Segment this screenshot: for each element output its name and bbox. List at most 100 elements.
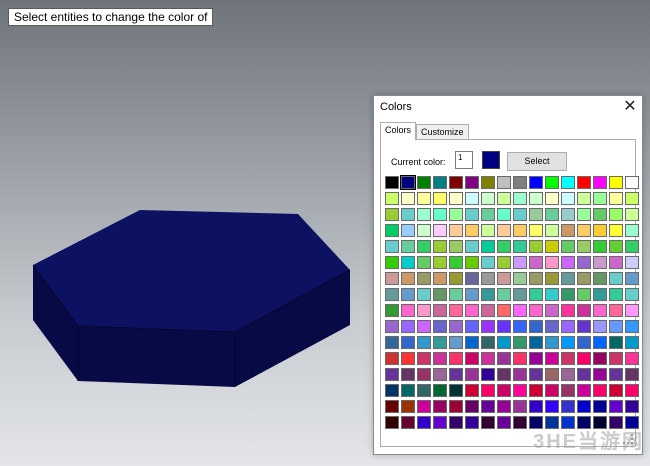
palette-swatch[interactable] — [625, 288, 639, 301]
palette-swatch[interactable] — [401, 384, 415, 397]
palette-swatch[interactable] — [593, 400, 607, 413]
palette-swatch[interactable] — [497, 256, 511, 269]
palette-swatch[interactable] — [417, 192, 431, 205]
palette-swatch[interactable] — [513, 272, 527, 285]
palette-swatch[interactable] — [401, 192, 415, 205]
palette-swatch[interactable] — [481, 176, 495, 189]
palette-swatch[interactable] — [433, 400, 447, 413]
palette-swatch[interactable] — [609, 272, 623, 285]
palette-swatch[interactable] — [561, 368, 575, 381]
palette-swatch[interactable] — [593, 368, 607, 381]
palette-swatch[interactable] — [513, 208, 527, 221]
palette-swatch[interactable] — [401, 272, 415, 285]
palette-swatch[interactable] — [465, 304, 479, 317]
palette-swatch[interactable] — [625, 240, 639, 253]
palette-swatch[interactable] — [401, 416, 415, 429]
palette-swatch[interactable] — [481, 400, 495, 413]
palette-swatch[interactable] — [401, 352, 415, 365]
palette-swatch[interactable] — [577, 368, 591, 381]
palette-swatch[interactable] — [385, 336, 399, 349]
palette-swatch[interactable] — [529, 272, 543, 285]
palette-swatch[interactable] — [417, 304, 431, 317]
palette-swatch[interactable] — [417, 336, 431, 349]
palette-swatch[interactable] — [433, 384, 447, 397]
palette-swatch[interactable] — [561, 400, 575, 413]
palette-swatch[interactable] — [593, 256, 607, 269]
palette-swatch[interactable] — [417, 208, 431, 221]
palette-swatch[interactable] — [561, 352, 575, 365]
palette-swatch[interactable] — [385, 240, 399, 253]
palette-swatch[interactable] — [449, 384, 463, 397]
palette-swatch[interactable] — [497, 240, 511, 253]
palette-swatch[interactable] — [385, 384, 399, 397]
palette-swatch[interactable] — [593, 336, 607, 349]
palette-swatch[interactable] — [513, 416, 527, 429]
palette-swatch[interactable] — [385, 272, 399, 285]
palette-swatch[interactable] — [545, 368, 559, 381]
palette-swatch[interactable] — [625, 192, 639, 205]
palette-swatch[interactable] — [497, 336, 511, 349]
palette-swatch[interactable] — [561, 384, 575, 397]
palette-swatch[interactable] — [561, 256, 575, 269]
palette-swatch[interactable] — [417, 256, 431, 269]
palette-swatch[interactable] — [625, 400, 639, 413]
palette-swatch[interactable] — [449, 224, 463, 237]
palette-swatch[interactable] — [433, 256, 447, 269]
select-button[interactable]: Select — [507, 152, 567, 171]
palette-swatch[interactable] — [401, 320, 415, 333]
palette-swatch[interactable] — [465, 224, 479, 237]
palette-swatch[interactable] — [609, 256, 623, 269]
palette-swatch[interactable] — [513, 176, 527, 189]
palette-swatch[interactable] — [529, 384, 543, 397]
palette-swatch[interactable] — [513, 336, 527, 349]
palette-swatch[interactable] — [529, 176, 543, 189]
palette-swatch[interactable] — [577, 192, 591, 205]
palette-swatch[interactable] — [449, 208, 463, 221]
palette-swatch[interactable] — [449, 288, 463, 301]
palette-swatch[interactable] — [417, 272, 431, 285]
palette-swatch[interactable] — [625, 352, 639, 365]
palette-swatch[interactable] — [497, 176, 511, 189]
palette-swatch[interactable] — [513, 288, 527, 301]
palette-swatch[interactable] — [385, 304, 399, 317]
palette-swatch[interactable] — [433, 368, 447, 381]
palette-swatch[interactable] — [625, 224, 639, 237]
palette-swatch[interactable] — [513, 368, 527, 381]
palette-swatch[interactable] — [545, 224, 559, 237]
palette-swatch[interactable] — [417, 176, 431, 189]
palette-swatch[interactable] — [513, 400, 527, 413]
palette-swatch[interactable] — [545, 272, 559, 285]
palette-swatch[interactable] — [529, 368, 543, 381]
palette-swatch[interactable] — [497, 416, 511, 429]
palette-swatch[interactable] — [385, 320, 399, 333]
current-color-input[interactable]: 1 — [455, 151, 473, 169]
palette-swatch[interactable] — [417, 400, 431, 413]
palette-swatch[interactable] — [625, 272, 639, 285]
palette-swatch[interactable] — [577, 400, 591, 413]
palette-swatch[interactable] — [401, 208, 415, 221]
palette-swatch[interactable] — [401, 288, 415, 301]
palette-swatch[interactable] — [625, 320, 639, 333]
palette-swatch[interactable] — [385, 192, 399, 205]
palette-swatch[interactable] — [449, 368, 463, 381]
dialog-title-bar[interactable]: Colors ✕ — [374, 96, 642, 118]
palette-swatch[interactable] — [497, 320, 511, 333]
palette-swatch[interactable] — [577, 224, 591, 237]
palette-swatch[interactable] — [417, 352, 431, 365]
palette-swatch[interactable] — [497, 208, 511, 221]
palette-swatch[interactable] — [465, 416, 479, 429]
palette-swatch[interactable] — [497, 288, 511, 301]
palette-swatch[interactable] — [609, 352, 623, 365]
palette-swatch[interactable] — [545, 320, 559, 333]
palette-swatch[interactable] — [449, 352, 463, 365]
palette-swatch[interactable] — [561, 224, 575, 237]
palette-swatch[interactable] — [481, 416, 495, 429]
palette-swatch[interactable] — [385, 208, 399, 221]
palette-swatch[interactable] — [433, 320, 447, 333]
palette-swatch[interactable] — [465, 256, 479, 269]
palette-swatch[interactable] — [497, 192, 511, 205]
palette-swatch[interactable] — [497, 352, 511, 365]
palette-swatch[interactable] — [465, 320, 479, 333]
palette-swatch[interactable] — [529, 256, 543, 269]
palette-swatch[interactable] — [385, 368, 399, 381]
